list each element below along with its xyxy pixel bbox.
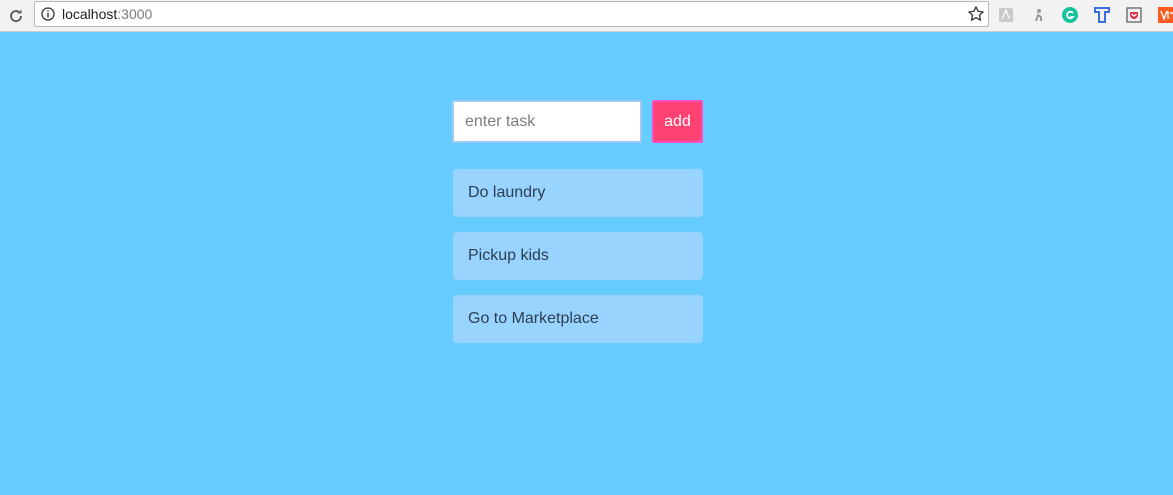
task-label: Go to Marketplace bbox=[468, 310, 599, 327]
url-text[interactable]: localhost:3000 bbox=[62, 6, 152, 22]
orange-square-icon[interactable] bbox=[1157, 6, 1173, 24]
pocket-icon[interactable] bbox=[1125, 6, 1143, 24]
pdf-icon[interactable] bbox=[997, 6, 1015, 24]
bookmark-star-icon[interactable] bbox=[967, 5, 985, 23]
task-item[interactable]: Do laundry bbox=[453, 169, 703, 217]
t-icon[interactable] bbox=[1093, 6, 1111, 24]
address-bar[interactable]: localhost:3000 bbox=[34, 1, 989, 27]
task-input[interactable] bbox=[452, 100, 642, 143]
task-label: Do laundry bbox=[468, 184, 546, 201]
url-host: localhost bbox=[62, 6, 118, 22]
task-label: Pickup kids bbox=[468, 247, 549, 264]
reload-icon[interactable] bbox=[6, 6, 26, 26]
person-icon[interactable] bbox=[1029, 6, 1047, 24]
grammarly-icon[interactable] bbox=[1061, 6, 1079, 24]
url-port: :3000 bbox=[117, 6, 153, 22]
task-list: Do laundry Pickup kids Go to Marketplace bbox=[453, 169, 703, 358]
task-item[interactable]: Go to Marketplace bbox=[453, 295, 703, 343]
task-item[interactable]: Pickup kids bbox=[453, 232, 703, 280]
add-button[interactable]: add bbox=[652, 100, 703, 143]
todo-app: add Do laundry Pickup kids Go to Marketp… bbox=[0, 33, 1173, 495]
browser-toolbar: localhost:3000 bbox=[0, 0, 1173, 32]
info-icon[interactable] bbox=[41, 7, 55, 21]
